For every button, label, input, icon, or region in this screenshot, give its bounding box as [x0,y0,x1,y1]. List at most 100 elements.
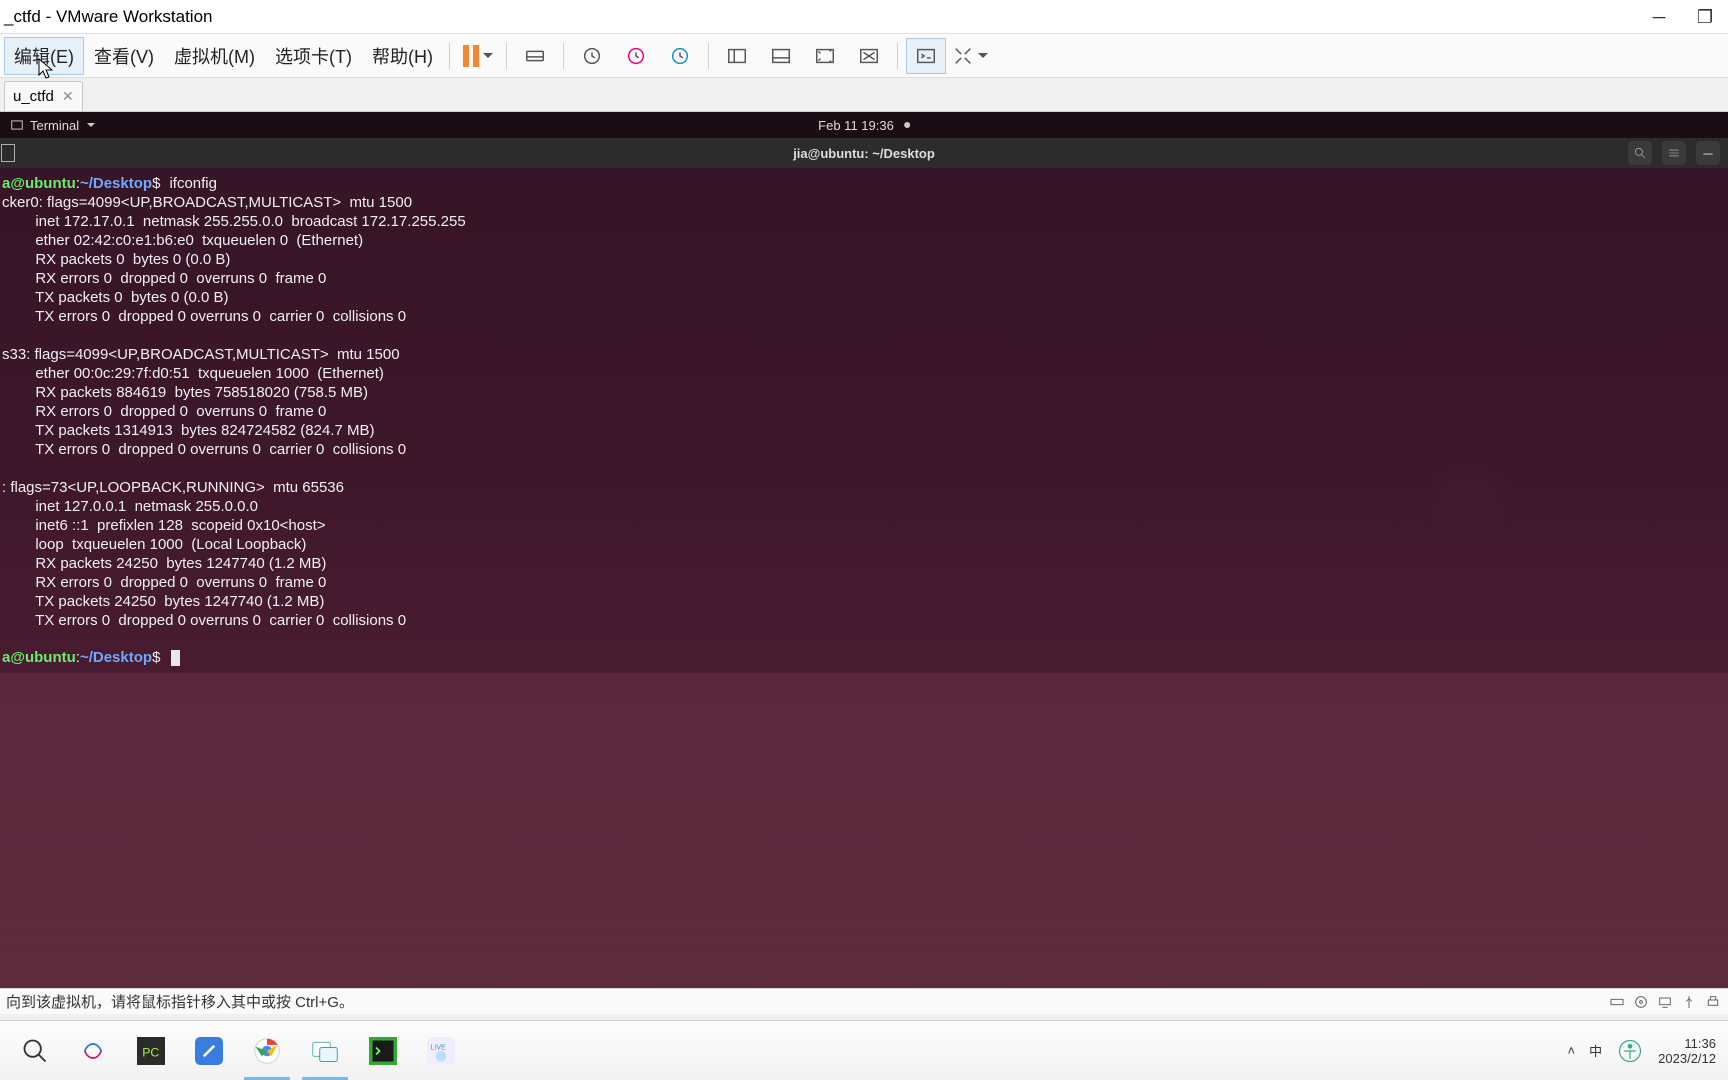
window-title: _ctfd - VMware Workstation [0,7,212,27]
snapshot-manager-button[interactable] [660,38,700,74]
activities-button[interactable]: Terminal [10,118,95,133]
panel-left-icon [726,45,748,67]
search-icon [1633,146,1647,160]
menubar: 编辑(E) 查看(V) 虚拟机(M) 选项卡(T) 帮助(H) [0,34,1728,78]
close-icon[interactable]: ✕ [62,88,74,105]
notification-dot-icon [904,122,910,128]
console-icon [915,45,937,67]
vmware-icon [311,1037,339,1065]
texteditor-icon [195,1037,223,1065]
prompt-symbol: $ [152,649,160,666]
terminal-body[interactable]: a@ubuntu:~/Desktop$ ifconfig cker0: flag… [0,168,1728,673]
taskbar-texteditor-button[interactable] [180,1026,238,1076]
vm-tab-ctfd[interactable]: u_ctfd ✕ [4,81,83,111]
copilot-icon [79,1037,107,1065]
prompt-user: a@ubuntu [2,175,76,192]
menu-help[interactable]: 帮助(H) [362,37,443,75]
mobaxterm-icon [369,1037,397,1065]
view-library-button[interactable] [717,38,757,74]
minimize-button[interactable]: ─ [1636,0,1682,34]
taskbar-vmware-button[interactable] [296,1026,354,1076]
taskbar-app-button[interactable]: LIVE [412,1026,470,1076]
cursor-icon [171,650,180,666]
prompt-symbol: $ [152,175,160,192]
clock-back-icon [625,45,647,67]
tray-chevron-icon[interactable]: ˄ [1568,1043,1576,1058]
device-network-icon[interactable] [1656,993,1674,1011]
terminal-minimize-button[interactable]: ─ [1696,141,1720,165]
tray-time: 11:36 [1658,1036,1716,1051]
separator [708,43,709,69]
tray-ime-icon[interactable]: 中 [1589,1041,1602,1060]
vmware-statusbar: 向到该虚拟机，请将鼠标指针移入其中或按 Ctrl+G。 [0,988,1728,1014]
power-pause-button[interactable] [458,38,498,74]
search-icon [21,1037,49,1065]
app-icon: LIVE [427,1037,455,1065]
prompt-path: ~/Desktop [80,649,152,666]
menu-view[interactable]: 查看(V) [84,37,164,75]
taskbar-mobaxterm-button[interactable] [354,1026,412,1076]
gnome-clock[interactable]: Feb 11 19:36 [818,118,910,133]
separator [563,43,564,69]
taskbar-search-button[interactable] [6,1026,64,1076]
taskbar-copilot-button[interactable] [64,1026,122,1076]
taskbar-pycharm-button[interactable]: PC [122,1026,180,1076]
terminal-small-icon [10,118,24,132]
taskbar-chrome-button[interactable] [238,1026,296,1076]
snapshot-revert-button[interactable] [616,38,656,74]
device-printer-icon[interactable] [1704,993,1722,1011]
console-view-button[interactable] [906,38,946,74]
gnome-top-panel: Terminal Feb 11 19:36 [0,112,1728,138]
prompt-path: ~/Desktop [80,175,152,192]
keyboard-icon [524,45,546,67]
separator [449,43,450,69]
terminal-title: jia@ubuntu: ~/Desktop [793,146,935,161]
unity-button[interactable] [849,38,889,74]
device-cd-icon[interactable] [1632,993,1650,1011]
device-hdd-icon[interactable] [1608,993,1626,1011]
stretch-button[interactable] [950,38,990,74]
hamburger-icon [1667,146,1681,160]
gnome-window-indicator [1,144,15,162]
device-usb-icon[interactable] [1680,993,1698,1011]
send-ctrl-alt-del-button[interactable] [515,38,555,74]
chevron-down-icon [483,53,493,58]
separator [506,43,507,69]
clock-manage-icon [669,45,691,67]
tray-clock[interactable]: 11:36 2023/2/12 [1658,1036,1716,1066]
status-hint: 向到该虚拟机，请将鼠标指针移入其中或按 Ctrl+G。 [6,991,354,1012]
tray-date: 2023/2/12 [1658,1051,1716,1066]
chrome-icon [253,1037,281,1065]
svg-text:LIVE: LIVE [431,1044,447,1051]
menu-vm[interactable]: 虚拟机(M) [164,37,265,75]
chevron-down-icon [87,123,95,127]
panel-bottom-icon [770,45,792,67]
maximize-button[interactable]: ❐ [1682,0,1728,34]
prompt-user: a@ubuntu [2,649,76,666]
guest-viewport[interactable]: Terminal Feb 11 19:36 jia@ubuntu: ~/Desk… [0,112,1728,988]
pause-icon [463,45,479,67]
unity-icon [858,45,880,67]
terminal-search-button[interactable] [1628,141,1652,165]
terminal-output: cker0: flags=4099<UP,BROADCAST,MULTICAST… [2,194,466,629]
fullscreen-icon [814,45,836,67]
terminal-titlebar[interactable]: jia@ubuntu: ~/Desktop ─ [0,138,1728,168]
terminal-window: jia@ubuntu: ~/Desktop ─ a@ubuntu:~/Deskt… [0,138,1728,988]
datetime-text: Feb 11 19:36 [818,118,894,133]
fullscreen-button[interactable] [805,38,845,74]
vm-tabstrip: u_ctfd ✕ [0,78,1728,112]
view-thumbnail-button[interactable] [761,38,801,74]
svg-text:PC: PC [142,1045,159,1059]
window-titlebar: _ctfd - VMware Workstation ─ ❐ [0,0,1728,34]
tray-accessibility-icon[interactable] [1616,1037,1644,1065]
menu-tabs[interactable]: 选项卡(T) [265,37,362,75]
terminal-menu-button[interactable] [1662,141,1686,165]
snapshot-take-button[interactable] [572,38,612,74]
separator [897,43,898,69]
vm-tab-label: u_ctfd [13,88,54,105]
system-tray: ˄ 中 11:36 2023/2/12 [1568,1036,1722,1066]
windows-taskbar: PC LIVE ˄ 中 11:36 2023/2/12 [0,1020,1728,1080]
clock-icon [581,45,603,67]
pycharm-icon: PC [137,1037,165,1065]
expand-icon [952,45,974,67]
